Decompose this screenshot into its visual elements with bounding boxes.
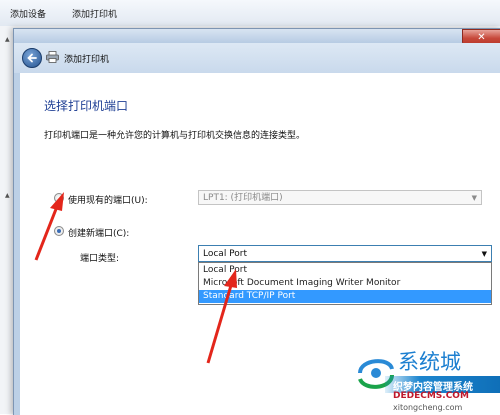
collapse-arrow-icon[interactable]: ▲ xyxy=(5,36,10,43)
watermark-line2: DEDECMS.COM xyxy=(393,391,469,401)
add-device-button[interactable]: 添加设备 xyxy=(10,7,46,20)
annotation-arrow-icon xyxy=(34,192,64,261)
existing-port-select: LPT1: (打印机端口) ▼ xyxy=(198,190,482,205)
watermark-logo-text: 系统城 xyxy=(398,350,461,374)
back-arrow-icon xyxy=(27,53,37,63)
annotation-arrow-icon xyxy=(206,269,237,364)
description-text: 打印机端口是一种允许您的计算机与打印机交换信息的连接类型。 xyxy=(44,131,306,141)
section-title: 选择打印机端口 xyxy=(44,99,129,113)
existing-port-value: LPT1: (打印机端口) xyxy=(203,193,283,203)
create-new-port-label[interactable]: 创建新端口(C): xyxy=(68,226,129,239)
port-type-label: 端口类型: xyxy=(80,254,120,264)
dialog-title: 添加打印机 xyxy=(64,55,110,65)
port-type-value: Local Port xyxy=(203,249,248,259)
close-icon: ✕ xyxy=(477,32,486,43)
device-toolbar: 添加设备 添加打印机 xyxy=(0,0,500,27)
printer-icon xyxy=(46,51,59,63)
add-printer-button[interactable]: 添加打印机 xyxy=(72,7,117,20)
dialog-header: 添加打印机 xyxy=(14,43,500,73)
back-button[interactable] xyxy=(22,48,42,68)
port-type-select[interactable]: Local Port ▼ xyxy=(198,245,492,262)
watermark-line3: xitongcheng.com xyxy=(393,403,463,412)
chevron-down-icon: ▼ xyxy=(471,194,477,202)
chevron-down-icon: ▼ xyxy=(481,250,487,258)
use-existing-port-label[interactable]: 使用现有的端口(U): xyxy=(68,193,148,206)
dialog-titlebar: ✕ xyxy=(14,29,500,46)
collapse-arrow-icon[interactable]: ▲ xyxy=(5,192,10,199)
